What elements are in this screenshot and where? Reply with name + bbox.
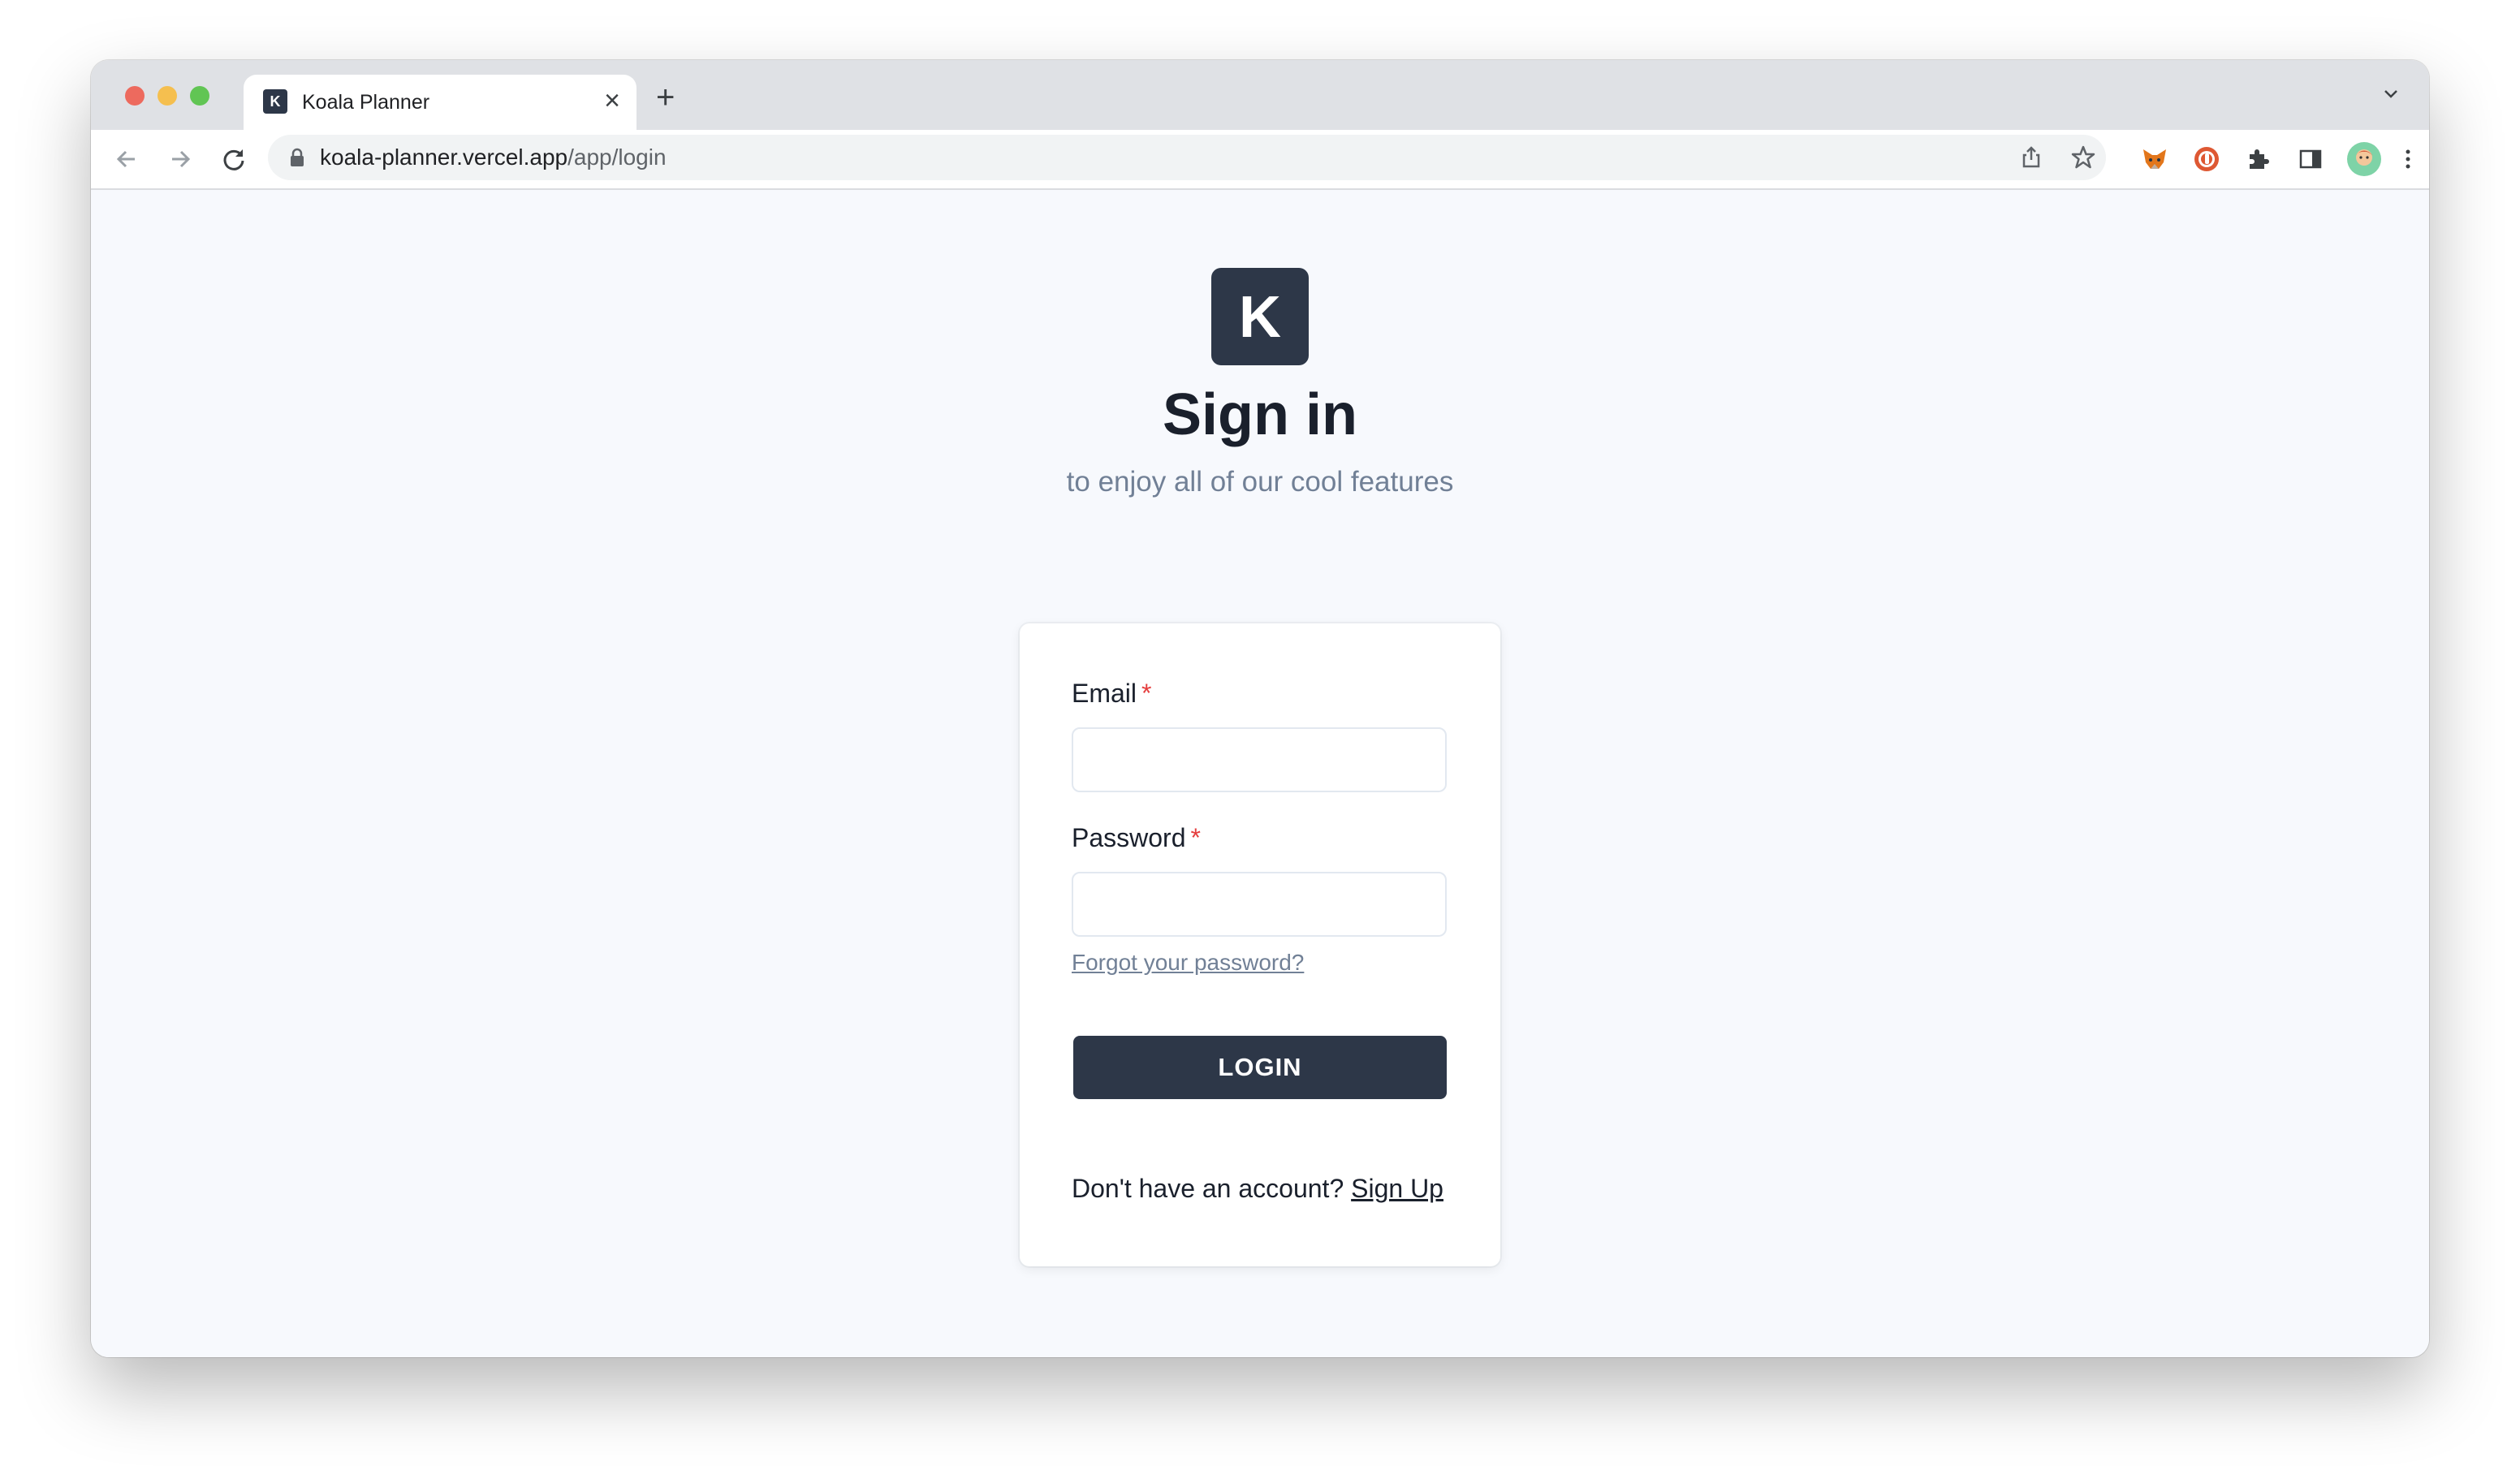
login-form-card: Email * Password * Forgot your password? L… (1020, 623, 1500, 1266)
minimize-window-button[interactable] (158, 86, 177, 106)
sign-up-link[interactable]: Sign Up (1351, 1174, 1443, 1203)
url-host: koala-planner.vercel.app (320, 144, 568, 170)
required-mark: * (1190, 823, 1201, 852)
more-menu-icon[interactable] (2393, 144, 2423, 174)
login-button[interactable]: LOGIN (1073, 1036, 1447, 1099)
email-label-text: Email (1072, 679, 1137, 708)
new-tab-button[interactable]: + (656, 81, 675, 114)
tab-favicon: K (263, 89, 287, 114)
page-subtitle: to enjoy all of our cool features (1066, 466, 1454, 498)
close-window-button[interactable] (125, 86, 145, 106)
browser-window: K Koala Planner × + koala-planner.vercel… (91, 60, 2429, 1357)
chevron-down-icon[interactable] (2380, 83, 2401, 104)
duckduckgo-icon[interactable] (2192, 144, 2221, 174)
bookmark-star-icon[interactable] (2069, 143, 2098, 172)
tab-title: Koala Planner (302, 91, 430, 114)
extensions-icon[interactable] (2244, 144, 2273, 174)
page-title: Sign in (1163, 382, 1357, 447)
email-label: Email * (1072, 679, 1151, 709)
password-label-text: Password (1072, 823, 1186, 852)
login-page: K Sign in to enjoy all of our cool featu… (91, 190, 2429, 1357)
no-account-text: Don't have an account? (1072, 1174, 1344, 1203)
forgot-password-link[interactable]: Forgot your password? (1072, 950, 1304, 976)
lock-icon[interactable] (289, 148, 305, 167)
tab-close-icon[interactable]: × (604, 86, 620, 115)
address-bar[interactable]: koala-planner.vercel.app/app/login (268, 135, 2106, 180)
profile-avatar[interactable] (2346, 141, 2382, 177)
email-field[interactable] (1072, 727, 1447, 792)
url-text[interactable]: koala-planner.vercel.app/app/login (320, 144, 667, 170)
required-mark: * (1141, 679, 1152, 708)
signup-prompt: Don't have an account? Sign Up (1072, 1174, 1443, 1204)
side-panel-icon[interactable] (2296, 144, 2325, 174)
back-icon[interactable] (112, 144, 141, 174)
forward-icon[interactable] (166, 144, 195, 174)
share-icon[interactable] (2017, 143, 2046, 172)
browser-toolbar: koala-planner.vercel.app/app/login (91, 130, 2429, 190)
password-label: Password * (1072, 823, 1201, 853)
url-path: /app/login (567, 144, 667, 170)
tab-strip: K Koala Planner × + (91, 60, 2429, 130)
reload-icon[interactable] (219, 144, 248, 174)
metamask-icon[interactable] (2140, 144, 2169, 174)
zoom-window-button[interactable] (190, 86, 209, 106)
app-logo: K (1211, 268, 1309, 365)
password-field[interactable] (1072, 872, 1447, 937)
tab-koala-planner[interactable]: K Koala Planner × (244, 75, 636, 130)
